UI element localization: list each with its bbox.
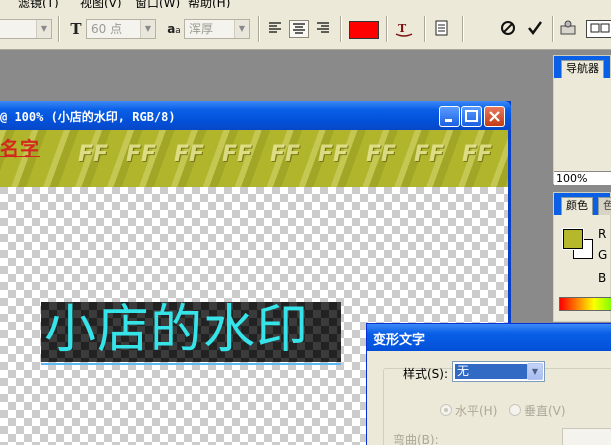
- menu-bar: 滤镜(T) 视图(V) 窗口(W) 帮助(H): [0, 0, 611, 8]
- watermark-text[interactable]: 小店的水印: [44, 298, 309, 362]
- banner-pattern: FF: [318, 142, 349, 167]
- toolbar-separator: [258, 16, 260, 42]
- dialog-title: 变形文字: [373, 333, 426, 348]
- antialias-icon: aa: [164, 20, 184, 38]
- menu-filter[interactable]: 滤镜(T): [18, 0, 59, 8]
- banner-pattern: FF: [270, 142, 301, 167]
- workspace-button[interactable]: [586, 20, 611, 38]
- tab-swatches[interactable]: 色: [598, 197, 611, 215]
- maximize-button[interactable]: [461, 106, 482, 127]
- font-size-combo[interactable]: 60 点 ▼: [86, 19, 156, 39]
- toolbar-separator: [340, 16, 342, 42]
- menu-window[interactable]: 窗口(W): [135, 0, 180, 8]
- document-titlebar[interactable]: @ 100% (小店的水印, RGB/8): [0, 101, 511, 130]
- font-style-combo[interactable]: ▼: [0, 19, 52, 39]
- file-browser-icon: [560, 20, 576, 35]
- banner-layer: 名字 FF FF FF FF FF FF FF FF FF: [0, 130, 508, 187]
- svg-text:T: T: [398, 22, 407, 35]
- style-select[interactable]: 无 ▼: [452, 361, 545, 382]
- toolbar-separator: [58, 16, 60, 42]
- close-icon: [489, 111, 500, 122]
- vertical-label: 垂直(V): [524, 404, 566, 418]
- align-center-icon: [293, 23, 305, 34]
- align-right-icon: [317, 22, 329, 33]
- banner-pattern: FF: [222, 142, 253, 167]
- chevron-down-icon: ▼: [234, 20, 249, 38]
- toolbar-separator: [386, 16, 388, 42]
- file-browser-button[interactable]: [558, 20, 578, 38]
- cancel-icon: [501, 21, 515, 35]
- text-baseline: [41, 363, 341, 365]
- banner-pattern: FF: [78, 142, 109, 167]
- banner-pattern: FF: [174, 142, 205, 167]
- style-select-value: 无: [455, 364, 527, 379]
- warp-text-dialog: 变形文字: [366, 323, 611, 445]
- options-bar: ▼ T 60 点 ▼ aa 浑厚 ▼ T: [0, 8, 611, 50]
- text-color-swatch[interactable]: [349, 21, 379, 39]
- cancel-button[interactable]: [498, 20, 518, 38]
- antialias-icon-small: a: [175, 26, 181, 36]
- toolbar-separator: [462, 16, 464, 42]
- channel-r-label: R: [598, 227, 607, 241]
- align-left-button[interactable]: [265, 20, 285, 38]
- tab-navigator[interactable]: 导航器: [561, 60, 604, 78]
- palettes-button[interactable]: [432, 20, 452, 38]
- channel-g-label: G: [598, 248, 608, 262]
- menu-view[interactable]: 视图(V): [80, 0, 122, 8]
- color-panel: 颜色 色 R G B: [553, 192, 611, 322]
- banner-pattern: FF: [366, 142, 397, 167]
- style-label: 样式(S):: [403, 367, 449, 381]
- horizontal-radio[interactable]: [440, 404, 452, 416]
- menu-help[interactable]: 帮助(H): [188, 0, 230, 8]
- antialias-combo[interactable]: 浑厚 ▼: [184, 19, 250, 39]
- channel-b-label: B: [598, 271, 607, 285]
- banner-pattern: FF: [462, 142, 493, 167]
- workspace-icon: [590, 23, 610, 33]
- banner-pattern: FF: [126, 142, 157, 167]
- toolbar-separator: [552, 16, 554, 42]
- warp-text-icon: T: [395, 22, 413, 37]
- commit-button[interactable]: [525, 20, 545, 38]
- font-size-icon: T: [66, 20, 86, 38]
- tab-color[interactable]: 颜色: [561, 197, 593, 215]
- navigator-zoom[interactable]: 100%: [554, 171, 611, 185]
- navigator-preview: [554, 78, 611, 171]
- font-size-icon-glyph: T: [70, 20, 82, 38]
- align-left-icon: [269, 22, 281, 33]
- align-center-button[interactable]: [289, 20, 309, 38]
- horizontal-label: 水平(H): [455, 404, 498, 418]
- palettes-icon: [435, 20, 448, 36]
- antialias-value: 浑厚: [189, 22, 214, 36]
- foreground-color-swatch[interactable]: [562, 228, 584, 250]
- banner-name-text: 名字: [0, 138, 41, 160]
- color-ramp[interactable]: [559, 297, 611, 311]
- chevron-down-icon: ▼: [36, 20, 51, 38]
- chevron-down-icon: ▼: [527, 363, 543, 380]
- close-button[interactable]: [484, 106, 505, 127]
- vertical-radio[interactable]: [509, 404, 521, 416]
- chevron-down-icon: ▼: [140, 20, 155, 38]
- minimize-icon: [445, 119, 452, 122]
- bend-field[interactable]: [562, 428, 611, 445]
- font-size-value: 60 点: [91, 22, 123, 36]
- maximize-icon: [465, 110, 478, 122]
- bend-label: 弯曲(B):: [393, 433, 439, 445]
- toolbar-separator: [424, 16, 426, 42]
- checkmark-icon: [528, 21, 542, 35]
- navigator-panel: 导航器 100%: [553, 55, 611, 185]
- dialog-titlebar[interactable]: 变形文字: [367, 324, 611, 351]
- document-title: @ 100% (小店的水印, RGB/8): [0, 110, 176, 124]
- align-right-button[interactable]: [313, 20, 333, 38]
- warp-text-button[interactable]: T: [394, 20, 414, 38]
- minimize-button[interactable]: [439, 106, 460, 127]
- banner-pattern: FF: [414, 142, 445, 167]
